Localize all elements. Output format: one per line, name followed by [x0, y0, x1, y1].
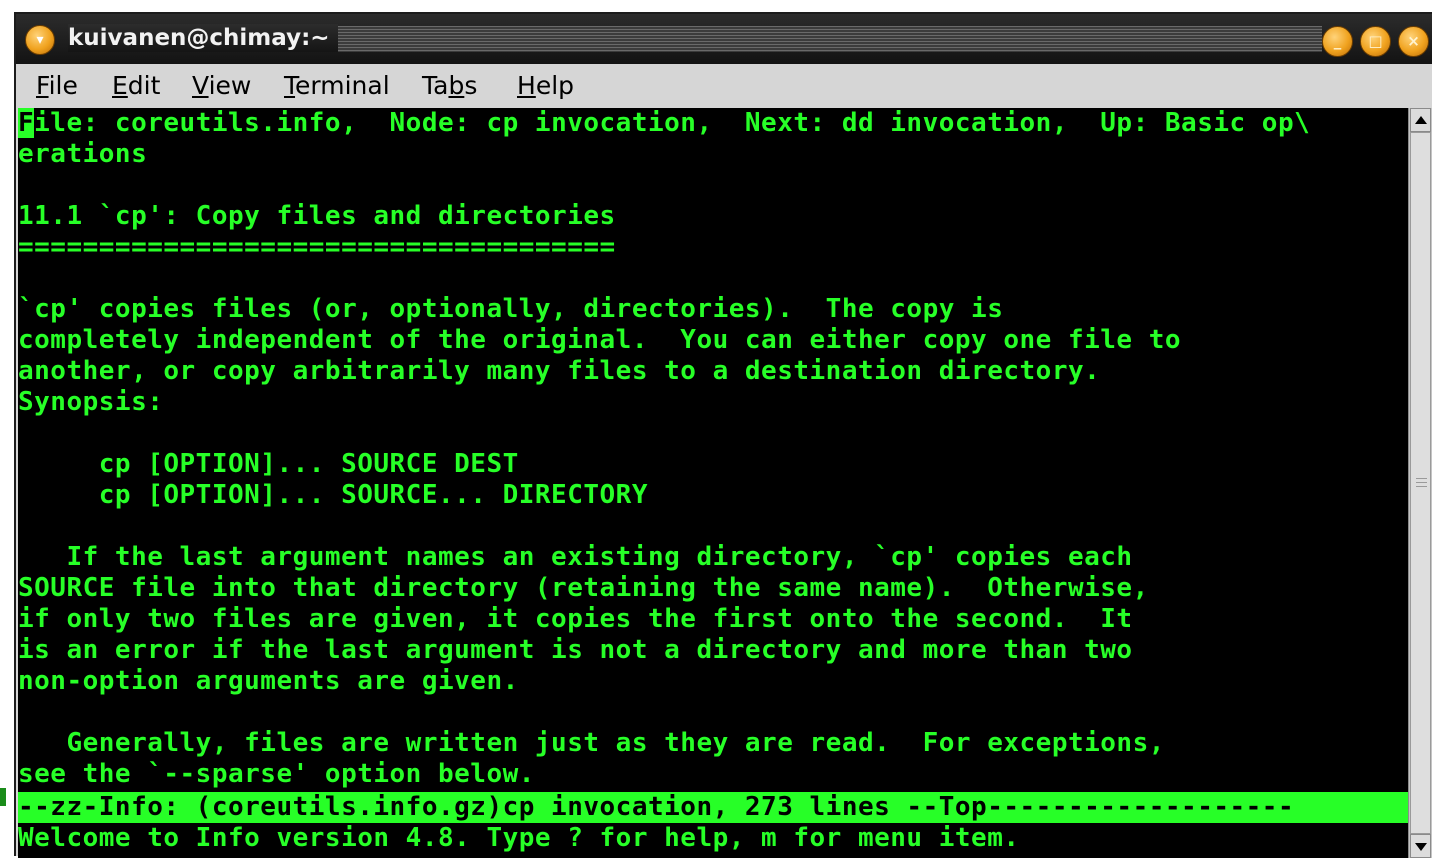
terminal-line-8: completely independent of the original. …	[18, 325, 1182, 355]
scroll-down-arrow-icon	[1415, 843, 1427, 851]
echo-area-message: Welcome to Info version 4.8. Type ? for …	[18, 823, 1020, 853]
minimize-button[interactable]: _	[1322, 26, 1353, 57]
text-cursor: F	[18, 108, 35, 138]
thumb-grip-line	[1416, 482, 1427, 483]
terminal-line-4: 11.1 `cp': Copy files and directories	[18, 201, 616, 231]
window-title: kuivanen@chimay:~	[68, 24, 338, 52]
title-bar[interactable]: ▾ kuivanen@chimay:~ _ □ ×	[16, 14, 1432, 64]
terminal-line-9: another, or copy arbitrarily many files …	[18, 356, 1101, 386]
info-mode-line: --zz-Info: (coreutils.info.gz)cp invocat…	[18, 792, 1408, 823]
maximize-button[interactable]: □	[1360, 26, 1391, 57]
menu-terminal[interactable]: Terminal	[284, 71, 390, 101]
terminal-line-10: Synopsis:	[18, 387, 164, 417]
menu-file[interactable]: File	[36, 71, 78, 101]
mode-line-text: --zz-Info: (coreutils.info.gz)cp invocat…	[18, 792, 1295, 822]
terminal-line-19: non-option arguments are given.	[18, 666, 519, 696]
thumb-grip-line	[1416, 486, 1427, 487]
terminal-line-12: cp [OPTION]... SOURCE DEST	[18, 449, 519, 479]
thumb-grip-line	[1416, 478, 1427, 479]
menu-edit[interactable]: Edit	[112, 71, 160, 101]
scrollbar-thumb[interactable]	[1410, 132, 1431, 834]
terminal-line-22: see the `--sparse' option below.	[18, 759, 535, 789]
scroll-up-button[interactable]	[1410, 108, 1431, 132]
menu-bar: File Edit View Terminal Tabs Help	[16, 64, 1432, 108]
terminal-line-7: `cp' copies files (or, optionally, direc…	[18, 294, 1004, 324]
maximize-icon: □	[1368, 32, 1383, 50]
menu-help[interactable]: Help	[517, 71, 574, 101]
terminal-line-13: cp [OPTION]... SOURCE... DIRECTORY	[18, 480, 648, 510]
minimize-icon: _	[1333, 32, 1342, 50]
background-edge-mark	[0, 788, 6, 806]
scroll-down-button[interactable]	[1410, 834, 1431, 858]
menu-tabs[interactable]: Tabs	[422, 71, 477, 101]
terminal-line-21: Generally, files are written just as the…	[18, 728, 1165, 758]
terminal-line-1: File: coreutils.info, Node: cp invocatio…	[18, 108, 1311, 138]
terminal-line-15: If the last argument names an existing d…	[18, 542, 1133, 572]
terminal-line-18: is an error if the last argument is not …	[18, 635, 1133, 665]
close-button[interactable]: ×	[1398, 26, 1429, 57]
terminal-line-16: SOURCE file into that directory (retaini…	[18, 573, 1149, 603]
close-icon: ×	[1407, 32, 1420, 50]
menu-view[interactable]: View	[192, 71, 251, 101]
terminal-line-2: erations	[18, 139, 148, 169]
terminal-screen[interactable]: File: coreutils.info, Node: cp invocatio…	[18, 108, 1408, 858]
scroll-up-arrow-icon	[1415, 116, 1427, 124]
terminal-app-icon[interactable]: ▾	[25, 25, 55, 55]
terminal-line-17: if only two files are given, it copies t…	[18, 604, 1133, 634]
terminal-line-5: =====================================	[18, 232, 616, 262]
vertical-scrollbar[interactable]	[1408, 108, 1432, 858]
terminal-window: ▾ kuivanen@chimay:~ _ □ × File Edit View…	[14, 12, 1432, 858]
